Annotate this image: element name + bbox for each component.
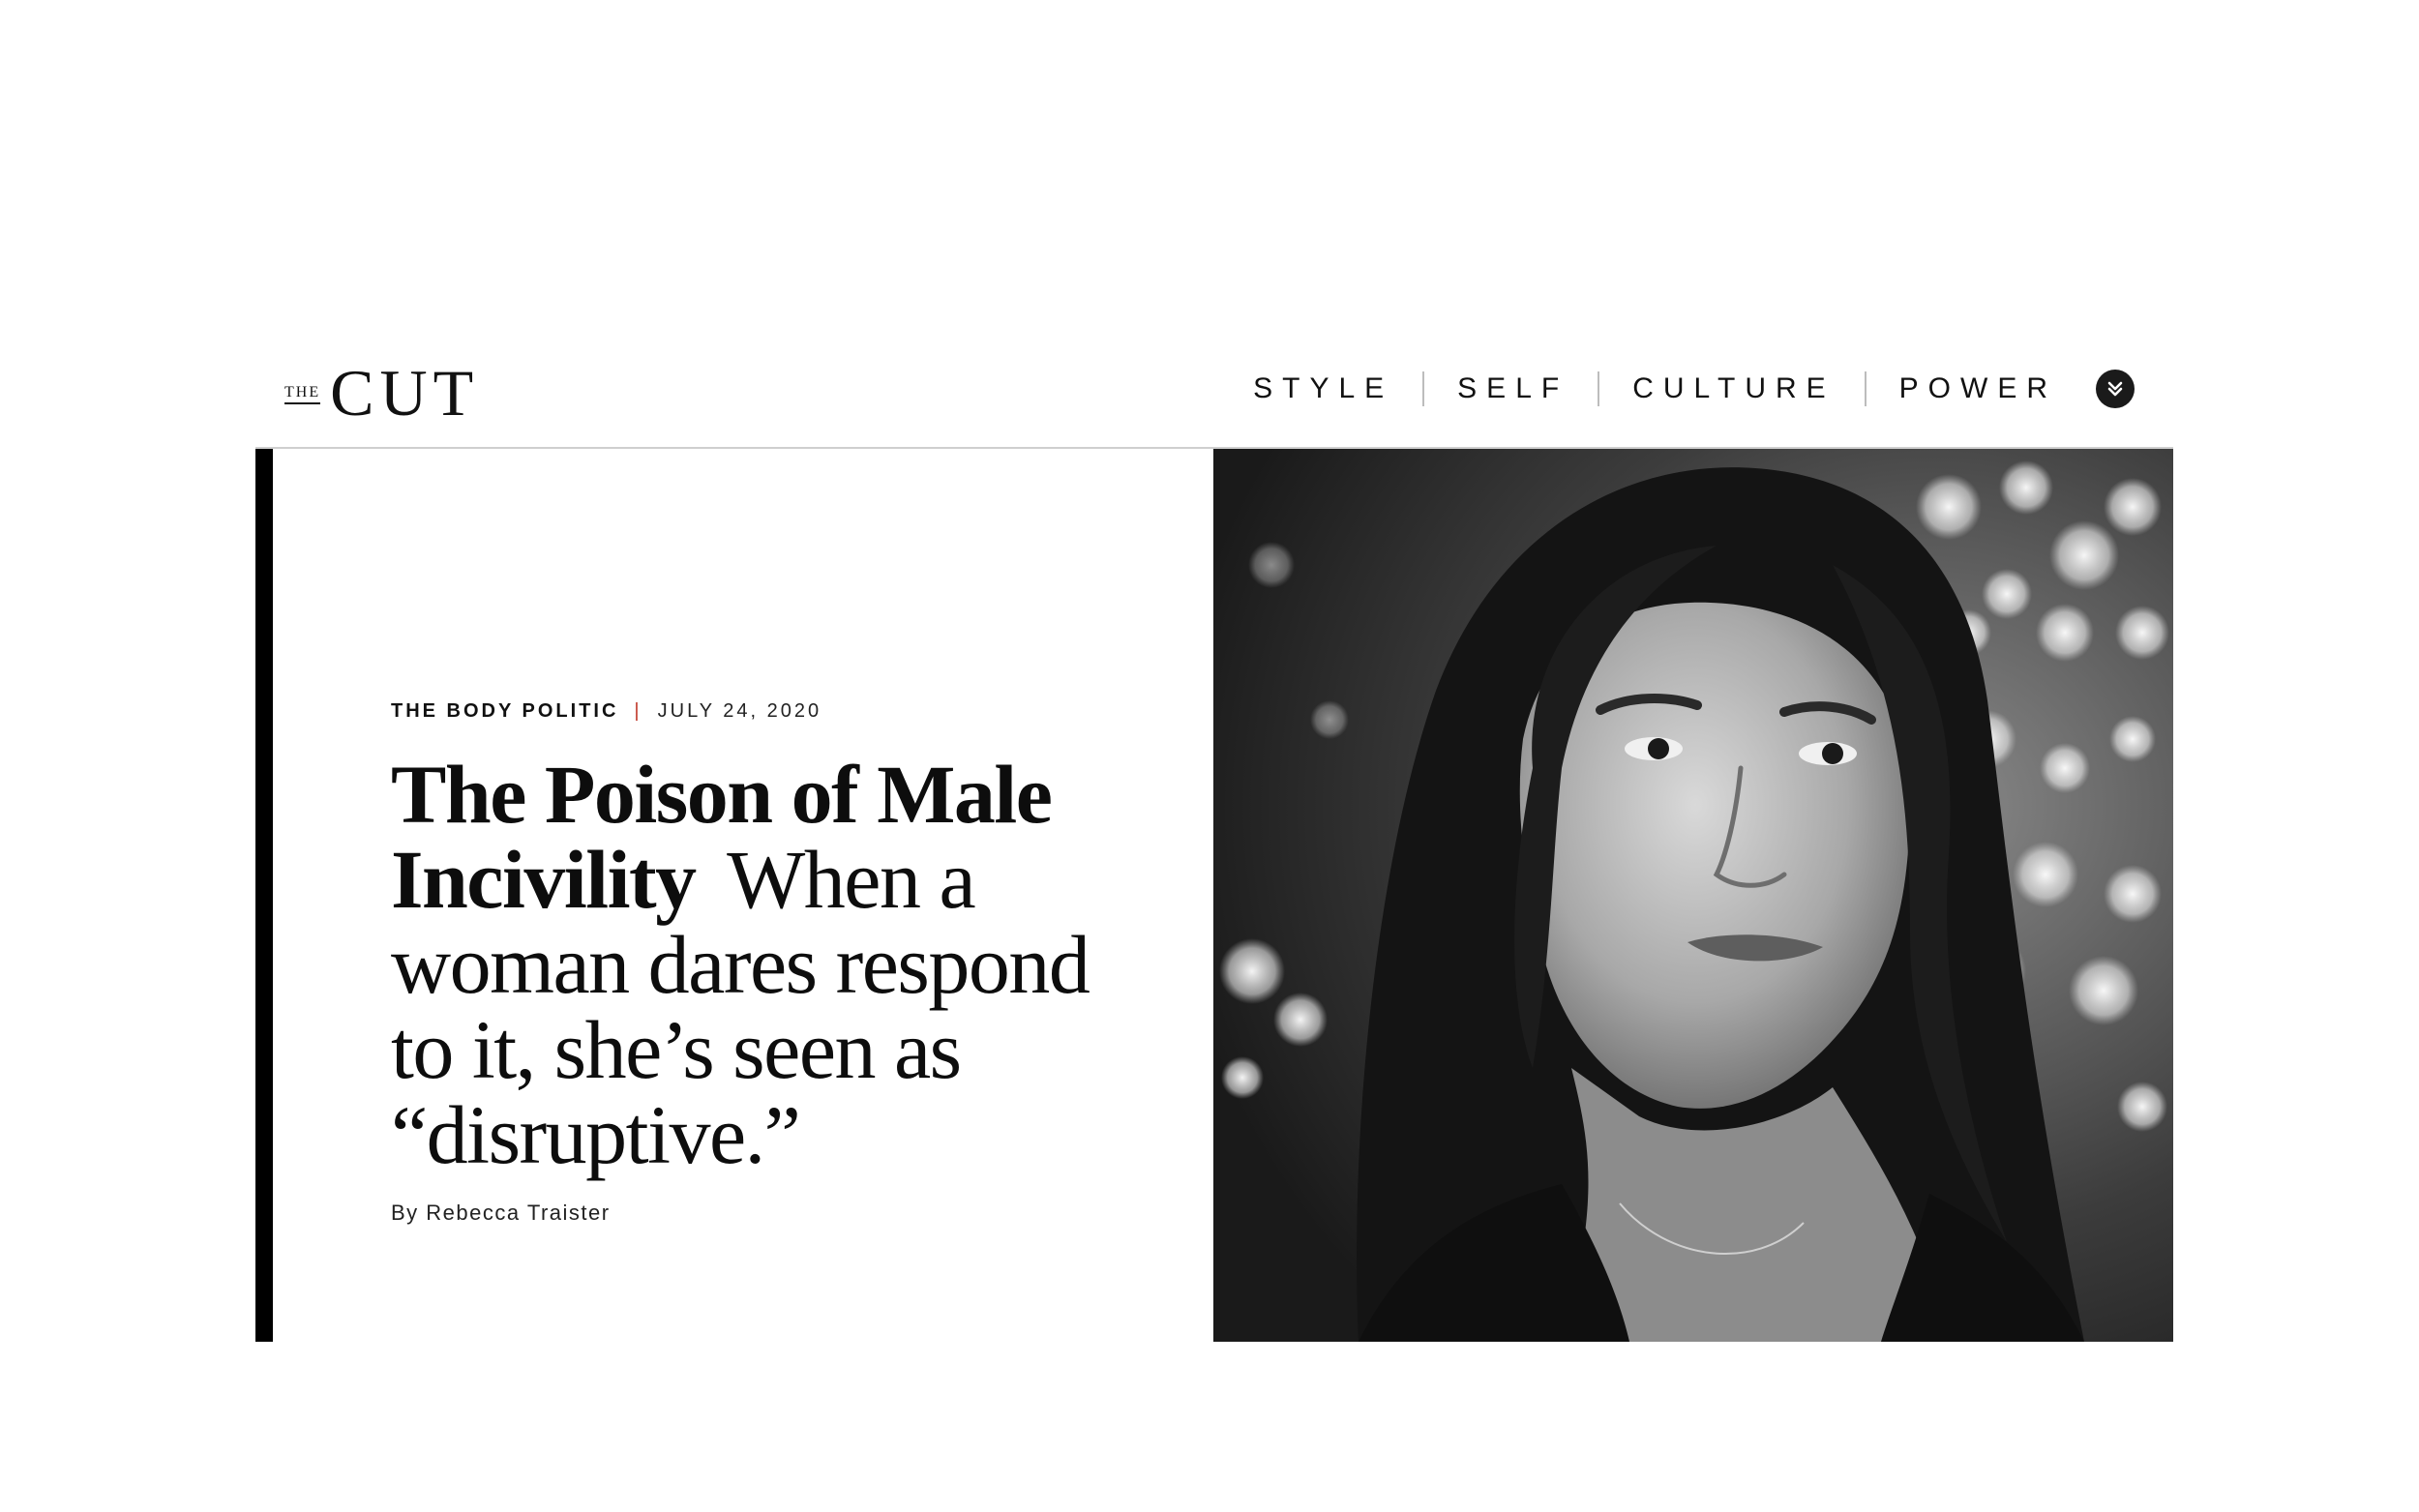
logo-the: THE	[284, 385, 321, 404]
site-header: THE CUT STYLE SELF CULTURE POWER	[255, 348, 2173, 449]
nav-item-power[interactable]: POWER	[1864, 371, 2086, 406]
rubric-link[interactable]: THE BODY POLITIC	[391, 700, 618, 723]
byline[interactable]: By Rebecca Traister	[391, 1201, 1126, 1226]
hero-accent-bar	[255, 449, 273, 1342]
nav-item-culture[interactable]: CULTURE	[1598, 371, 1864, 406]
publish-date: JULY 24, 2020	[657, 700, 822, 722]
nav-more-button[interactable]	[2096, 370, 2135, 408]
site-logo[interactable]: THE CUT	[284, 360, 479, 426]
chevron-double-down-icon	[2107, 381, 2123, 397]
main-nav: STYLE SELF CULTURE POWER	[1253, 370, 2135, 408]
hero-article[interactable]: THE BODY POLITIC | JULY 24, 2020 The Poi…	[255, 449, 2173, 1342]
headline[interactable]: The Poison of Male Incivility When a wom…	[391, 752, 1126, 1177]
article-meta: THE BODY POLITIC | JULY 24, 2020	[391, 700, 1126, 723]
nav-item-style[interactable]: STYLE	[1253, 371, 1422, 406]
logo-cut: CUT	[330, 356, 480, 430]
portrait-photo	[1213, 449, 2173, 1342]
hero-text: THE BODY POLITIC | JULY 24, 2020 The Poi…	[391, 700, 1126, 1226]
meta-separator: |	[634, 700, 642, 722]
hero-portrait-image[interactable]	[1213, 449, 2173, 1342]
nav-item-self[interactable]: SELF	[1422, 371, 1598, 406]
